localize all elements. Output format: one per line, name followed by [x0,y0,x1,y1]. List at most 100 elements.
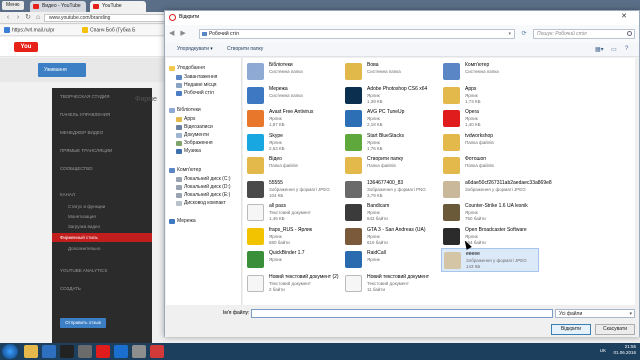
studio-nav-item[interactable]: YOUTUBE ANALYTICS [60,268,107,273]
nav-item-downloads[interactable]: Завантаження [184,74,217,80]
browser-menu-button[interactable]: Меню [2,1,24,10]
file-item[interactable]: Створити папку Папка файлів [343,154,441,178]
file-item[interactable]: Відео Папка файлів [245,154,343,178]
tab-youtube-video[interactable]: Видео - YouTube [30,1,86,12]
file-item[interactable]: Фотошоп Папка файлів [441,154,539,178]
studio-nav-item[interactable]: МЕНЕДЖЕР ВИДЕО [60,130,103,135]
nav-item-desktop[interactable]: Робочий стіл [184,90,214,96]
file-item[interactable]: a6dae50cf267311ab2aedaec33a869e8 Зображен… [441,178,552,202]
file-item[interactable]: Бібліотеки Системна папка [245,60,343,84]
cancel-button[interactable]: Скасувати [595,324,635,335]
mail-icon[interactable] [114,345,128,358]
bookmark-item[interactable]: https://vrl.mail.ru/pr [4,27,55,34]
nav-item-cd-drive[interactable]: Дисковод компакт [184,200,226,206]
nav-libraries-header[interactable]: Бібліотеки [177,107,201,113]
language-indicator[interactable]: UK [600,348,606,353]
forward-icon[interactable]: › [14,14,22,22]
file-item[interactable]: all pass Текстовий документ 1,46 КБ [245,201,343,225]
home-icon[interactable]: ⌂ [34,14,42,22]
open-button[interactable]: Відкрити [551,324,591,335]
send-feedback-button[interactable]: Отправить отзыв [60,318,106,328]
chevron-down-icon[interactable]: ▾ [508,30,511,38]
file-item[interactable]: Adobe Photoshop CS6 x64 Ярлик 1,39 КБ [343,84,441,108]
studio-nav-item-active[interactable]: Фирменный стиль [52,233,152,242]
game-icon[interactable] [78,345,92,358]
clock[interactable]: 21:55 01.06.2016 [613,344,636,356]
file-item[interactable]: GTA 3 - San Andreas (UA) Ярлик 616 байти [343,225,441,249]
file-item[interactable]: AVG PC TuneUp Ярлик 2,18 КБ [343,107,441,131]
studio-nav-item[interactable]: СОЗДАТЬ [60,286,81,291]
file-item[interactable]: Opera Ярлик 1,40 КБ [441,107,539,131]
bookmark-item[interactable]: Спанч Боб (Губка Б [82,27,135,34]
file-item[interactable]: Вова Системна папка [343,60,441,84]
nav-item-drive-c[interactable]: Локальний диск (C:) [184,176,231,182]
nav-computer-header[interactable]: Комп'ютер [177,167,201,173]
explorer-icon[interactable] [24,345,38,358]
nav-item-network[interactable]: Мережа [177,218,196,224]
nav-favorites-header[interactable]: Уподобання [177,65,205,71]
studio-nav-item[interactable]: СООБЩЕСТВО [60,166,93,171]
file-item[interactable]: Bandicam Ярлик 642 байти [343,201,441,225]
back-icon[interactable]: ‹ [4,14,12,22]
nav-item-videos[interactable]: Відеозаписи [184,124,213,130]
start-button[interactable] [2,344,18,359]
organize-button[interactable]: Упорядкувати ▾ [177,46,213,52]
file-item[interactable]: fraps_RUS - Ярлик Ярлик 680 байти [245,225,343,249]
reload-icon[interactable]: ↻ [24,14,32,22]
studio-nav-item[interactable]: КАНАЛ [60,192,75,197]
search-input[interactable]: Пошук: Робочий стіл [533,29,635,39]
file-type-select[interactable]: Усі файли ▾ [555,309,635,318]
close-icon[interactable]: ✕ [611,12,637,22]
nav-item-music[interactable]: Музика [184,148,201,154]
file-item[interactable]: Новий текстовий документ (2) Текстовий до… [245,272,343,296]
file-item[interactable]: Комп'ютер Системна папка [441,60,539,84]
nav-item-documents[interactable]: Документи [184,132,209,138]
file-name: GTA 3 - San Andreas (UA) [367,226,426,233]
open-file-dialog: Відкрити ✕ ◀ ▶ Робочий стіл ▾ ⟳ Пошук: Р… [164,10,640,337]
text-doc-icon [247,274,264,292]
new-folder-button[interactable]: Створити папку [227,46,263,52]
file-item[interactable]: eeeee Зображення у форматі JPEG 143 КБ [441,248,539,272]
recorder-icon[interactable] [150,345,164,358]
nav-item-drive-e[interactable]: Локальний диск (E:) [184,192,230,198]
file-item[interactable]: Open Broadcaster Software Ярлик 664 байти [441,225,539,249]
studio-nav-item[interactable]: Загрузка видео [60,224,100,229]
nav-item-apps[interactable]: Apps [184,116,195,122]
view-options-icon[interactable]: ▦▾ [595,46,604,54]
studio-nav-item[interactable]: Статус и функции [60,204,105,209]
help-icon[interactable]: ? [625,46,628,54]
nav-item-recent[interactable]: Недавні місця [184,82,217,88]
back-forward-icon[interactable]: ◀ ▶ [169,29,188,37]
file-item[interactable]: Start BlueStacks Ярлик 1,76 КБ [343,131,441,155]
studio-nav-item[interactable]: ПРЯМЫЕ ТРАНСЛЯЦИИ [60,148,112,153]
youtube-logo[interactable]: You [14,42,38,52]
tab-youtube[interactable]: YouTube [90,1,146,12]
nav-item-pictures[interactable]: Зображення [184,140,213,146]
nav-item-drive-d[interactable]: Локальний диск (D:) [184,184,231,190]
preview-pane-icon[interactable]: ▭ [611,46,617,54]
path-field[interactable]: Робочий стіл ▾ [199,29,515,39]
file-item[interactable]: 1364677400_83 Зображення у форматі PNG 3,7… [343,178,441,202]
file-type: Системна папка [465,69,499,74]
file-item[interactable]: Skype Ярлик 2,63 КБ [245,131,343,155]
paint-icon[interactable] [132,345,146,358]
file-item[interactable]: Avast Free Antivirus Ярлик 1,87 КБ [245,107,343,131]
channel-button[interactable]: Уживання [38,63,86,77]
studio-nav-item[interactable]: Дополнительно [60,246,100,251]
file-item[interactable]: Apps Ярлик 1,73 КБ [441,84,539,108]
file-item[interactable]: 55555 Зображення у форматі JPEG 104 КБ [245,178,343,202]
media-player-icon[interactable] [42,345,56,358]
opera-icon[interactable] [96,345,110,358]
studio-nav-item[interactable]: ТВОРЧЕСКАЯ СТУДИЯ [60,94,110,99]
file-item[interactable]: Counter-Strike 1.6 UA lesnik Ярлик 750 бай… [441,201,539,225]
terminal-icon[interactable] [60,345,74,358]
file-item[interactable]: RaidCall Ярлик [343,248,441,272]
refresh-icon[interactable]: ⟳ [519,30,529,39]
file-item[interactable]: Мережа Системна папка [245,84,343,108]
file-item[interactable]: QuickBinder 1.7 Ярлик [245,248,343,272]
filename-input[interactable] [251,309,553,318]
file-item[interactable]: tvdworkshop Папка файлів [441,131,539,155]
studio-nav-item[interactable]: ПАНЕЛЬ УПРАВЛЕНИЯ [60,112,110,117]
studio-nav-item[interactable]: Монетизация [60,214,96,219]
file-item[interactable]: Новий текстовий документ Текстовий докуме… [343,272,441,296]
